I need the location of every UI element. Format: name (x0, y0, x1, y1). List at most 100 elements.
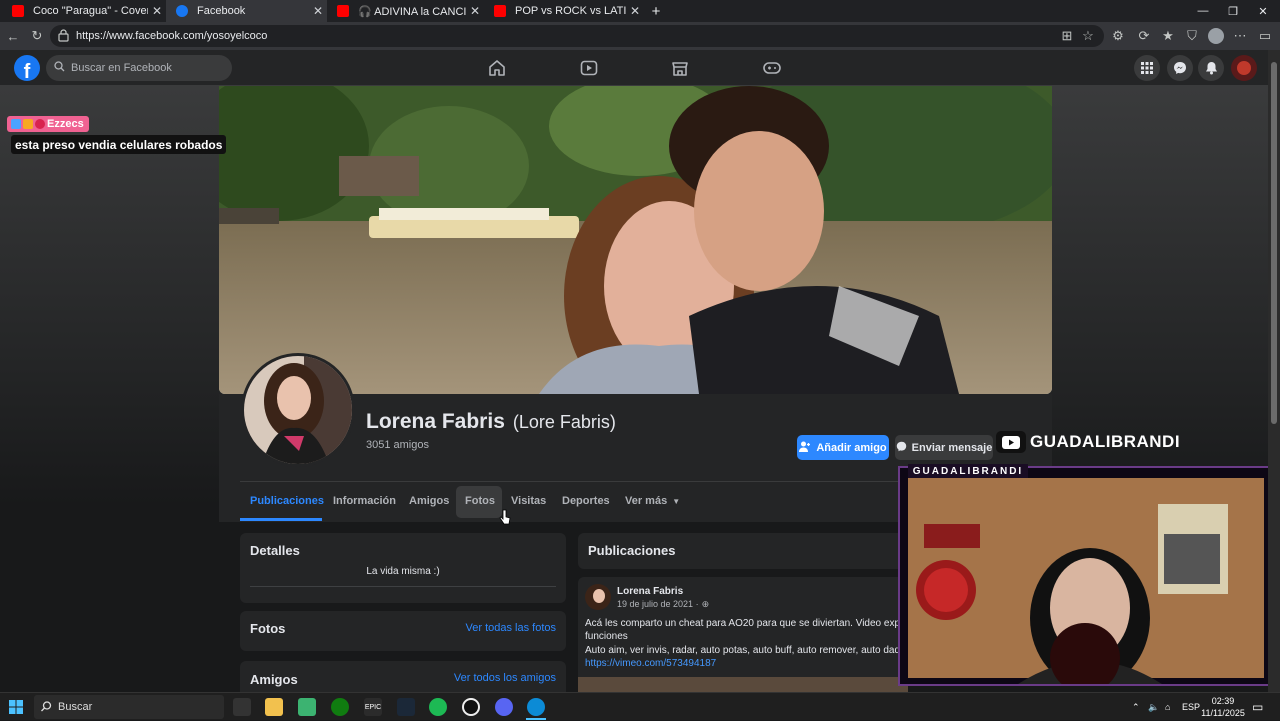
close-tab-icon[interactable]: ✕ (148, 4, 166, 18)
account-avatar[interactable] (1231, 55, 1257, 81)
add-friend-button[interactable]: Añadir amigo (797, 435, 889, 460)
search-icon (54, 61, 65, 75)
site-info-icon[interactable] (58, 29, 69, 42)
friends-title: Amigos (250, 672, 298, 687)
minecraft-icon[interactable] (298, 698, 316, 716)
steam-icon[interactable] (397, 698, 415, 716)
app-available-icon[interactable]: ⊞ (1057, 26, 1077, 46)
tab-ver-mas[interactable]: Ver más ▼ (625, 495, 680, 507)
webcam-overlay (898, 466, 1272, 693)
extension-icon[interactable]: ⚙ (1108, 26, 1128, 46)
discord-icon[interactable] (495, 698, 513, 716)
chat-message: esta preso vendia celulares robados (11, 135, 227, 154)
close-tab-icon[interactable]: ✕ (466, 4, 484, 18)
marketplace-icon[interactable] (670, 58, 690, 78)
cover-photo[interactable] (219, 86, 1052, 394)
post-card: Lorena Fabris 19 de julio de 2021 · ⊕ Acá… (578, 577, 908, 692)
tab-amigos[interactable]: Amigos (409, 495, 449, 507)
tab-visitas[interactable]: Visitas (511, 495, 546, 507)
profile-avatar[interactable] (241, 353, 355, 467)
windows-start-icon[interactable] (9, 700, 23, 719)
browser-tab-bar: Coco "Paragua" - Cover Unli ✕ Facebook ✕… (0, 0, 1280, 22)
epic-games-icon[interactable]: EPIC (364, 698, 382, 716)
minimize-icon[interactable]: — (1188, 0, 1218, 22)
profile-alt-name: (Lore Fabris) (512, 412, 616, 432)
gaming-icon[interactable] (762, 58, 782, 78)
post-date[interactable]: 19 de julio de 2021 · ⊕ (617, 599, 709, 610)
notifications-icon[interactable] (1198, 55, 1224, 81)
post-link[interactable]: https://vimeo.com/573494187 (585, 658, 716, 669)
obs-icon[interactable] (462, 698, 480, 716)
friend-count[interactable]: 3051 amigos (366, 439, 429, 451)
badge-icon (11, 119, 21, 129)
clock[interactable]: 02:39 11/11/2025 (1200, 693, 1246, 721)
clock-date: 11/11/2025 (1201, 708, 1245, 718)
back-icon[interactable]: ← (3, 26, 23, 46)
favorite-star-icon[interactable]: ☆ (1078, 26, 1098, 46)
tab-fotos[interactable]: Fotos (465, 495, 495, 507)
close-tab-icon[interactable]: ✕ (626, 4, 644, 18)
post-media-preview[interactable] (578, 677, 908, 692)
post-author-avatar[interactable] (585, 584, 611, 610)
youtube-icon (494, 5, 506, 17)
see-all-friends-link[interactable]: Ver todos los amigos (454, 672, 556, 684)
close-window-icon[interactable]: ✕ (1248, 0, 1278, 22)
youtube-icon (337, 5, 349, 17)
new-tab-icon[interactable]: + (645, 0, 667, 22)
badge-icon (23, 119, 33, 129)
photos-card: Fotos Ver todas las fotos (240, 611, 566, 651)
volume-icon[interactable]: 🔈 (1148, 693, 1159, 721)
sidebar-icon[interactable]: ▭ (1255, 26, 1275, 46)
tray-overflow-icon[interactable]: ⌃ (1132, 693, 1140, 721)
taskbar-search[interactable]: Buscar (34, 695, 224, 719)
post-author-name[interactable]: Lorena Fabris (617, 586, 683, 597)
divider (250, 586, 556, 587)
scrollbar-thumb[interactable] (1271, 62, 1277, 424)
post-text-line: Auto aim, ver invis, radar, auto potas, … (585, 645, 901, 656)
tab-informacion[interactable]: Información (333, 495, 396, 507)
details-card: Detalles La vida misma :) (240, 533, 566, 603)
search-icon (41, 701, 52, 715)
profile-icon[interactable] (1206, 26, 1226, 46)
messenger-icon[interactable] (1167, 55, 1193, 81)
tab-facebook[interactable]: Facebook ✕ (166, 0, 327, 22)
chat-username-badge: Ezzecs (7, 116, 89, 132)
menu-grid-icon[interactable] (1134, 55, 1160, 81)
favorites-icon[interactable]: ★ (1158, 26, 1178, 46)
tab-publicaciones[interactable]: Publicaciones (250, 495, 324, 507)
messenger-icon (896, 441, 907, 455)
refresh-extension-icon[interactable]: ⟳ (1134, 26, 1154, 46)
spotify-icon[interactable] (429, 698, 447, 716)
language-indicator[interactable]: ESP (1182, 693, 1200, 721)
see-all-photos-link[interactable]: Ver todas las fotos (466, 622, 557, 634)
more-icon[interactable]: ⋯ (1230, 26, 1250, 46)
bio-text: La vida misma :) (366, 566, 440, 577)
youtube-icon (12, 5, 24, 17)
facebook-search-input[interactable]: Buscar en Facebook (46, 55, 232, 81)
tab-adivina-cancion[interactable]: 🎧 ADIVINA la CANCIÓN 😏 197 ✕ (327, 0, 484, 22)
facebook-logo-icon[interactable]: f (14, 55, 40, 81)
network-icon[interactable]: ⌂ (1165, 693, 1170, 721)
posts-header-card: Publicaciones (578, 533, 908, 569)
close-tab-icon[interactable]: ✕ (309, 4, 327, 18)
tab-coco-paragua[interactable]: Coco "Paragua" - Cover Unli ✕ (2, 0, 166, 22)
home-icon[interactable] (487, 58, 507, 78)
xbox-icon[interactable] (331, 698, 349, 716)
task-view-icon[interactable] (233, 698, 251, 716)
caret-down-icon: ▼ (672, 497, 681, 506)
file-explorer-icon[interactable] (265, 698, 283, 716)
friends-card: Amigos Ver todos los amigos (240, 661, 566, 692)
tab-pop-vs-rock[interactable]: POP vs ROCK vs LATIN vs KPOP v ✕ (484, 0, 644, 22)
clock-time: 02:39 (1211, 696, 1235, 706)
url-field[interactable]: https://www.facebook.com/yosoyelcoco (50, 25, 1104, 47)
notification-center-icon[interactable]: ▭ (1252, 693, 1263, 721)
edge-icon[interactable] (527, 698, 545, 716)
shield-icon[interactable]: ⛉ (1182, 26, 1202, 46)
watch-icon[interactable] (579, 58, 599, 78)
posts-title: Publicaciones (588, 543, 676, 558)
photos-title: Fotos (250, 621, 286, 636)
tab-deportes[interactable]: Deportes (562, 495, 610, 507)
maximize-icon[interactable]: ❐ (1218, 0, 1248, 22)
send-message-button[interactable]: Enviar mensaje (895, 435, 993, 460)
reload-icon[interactable]: ↻ (27, 26, 47, 46)
